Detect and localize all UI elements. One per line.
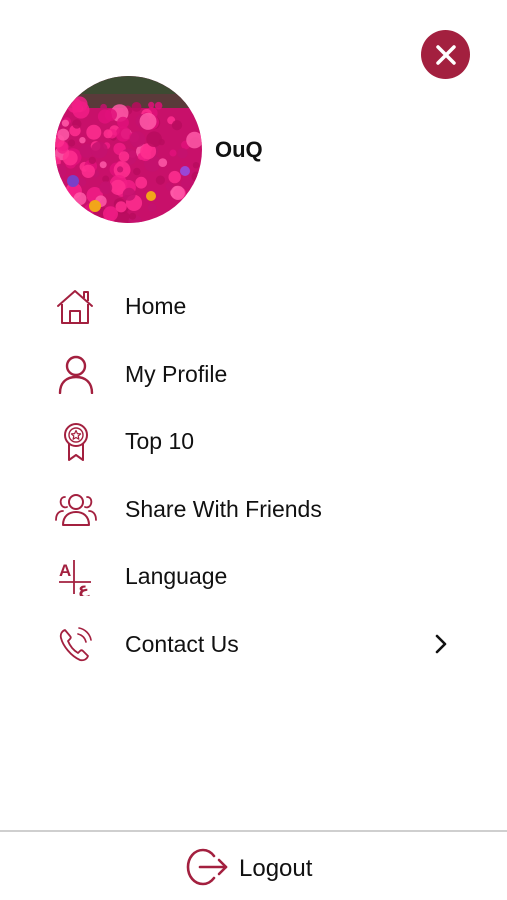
menu-item-share-with-friends[interactable]: Share With Friends (0, 477, 507, 537)
menu-label-language: Language (125, 563, 228, 589)
svg-text:ع: ع (78, 579, 90, 596)
logout-label: Logout (239, 855, 313, 882)
side-menu-screen: OuQ Home My Profile Top 10 Share With Fr… (0, 0, 507, 900)
menu-label-contact-us: Contact Us (125, 631, 239, 657)
footer-divider (0, 830, 507, 832)
home-icon (57, 290, 93, 324)
menu-item-top-10[interactable]: Top 10 (0, 409, 507, 469)
menu-item-contact-us[interactable]: Contact Us (0, 612, 507, 672)
menu-item-language[interactable]: A ع Language (0, 544, 507, 604)
avatar-flowers-image (55, 76, 202, 223)
close-button[interactable] (421, 30, 470, 79)
logout-icon (186, 848, 228, 886)
username: OuQ (215, 137, 263, 162)
menu-label-my-profile: My Profile (125, 361, 228, 387)
logout-button[interactable]: Logout (186, 845, 336, 889)
menu-label-top-10: Top 10 (125, 428, 195, 454)
user-icon (58, 355, 94, 394)
svg-text:A: A (59, 561, 71, 580)
close-icon (435, 44, 456, 65)
menu-item-my-profile[interactable]: My Profile (0, 342, 507, 402)
phone-icon (59, 627, 92, 662)
award-ribbon-icon (64, 423, 88, 461)
menu-label-share-with-friends: Share With Friends (125, 496, 322, 522)
chevron-right-icon (435, 634, 447, 654)
friends-icon (55, 494, 97, 526)
language-icon: A ع (59, 560, 91, 596)
menu-item-home[interactable]: Home (0, 274, 507, 334)
menu-label-home: Home (125, 293, 187, 319)
avatar[interactable] (55, 76, 202, 223)
